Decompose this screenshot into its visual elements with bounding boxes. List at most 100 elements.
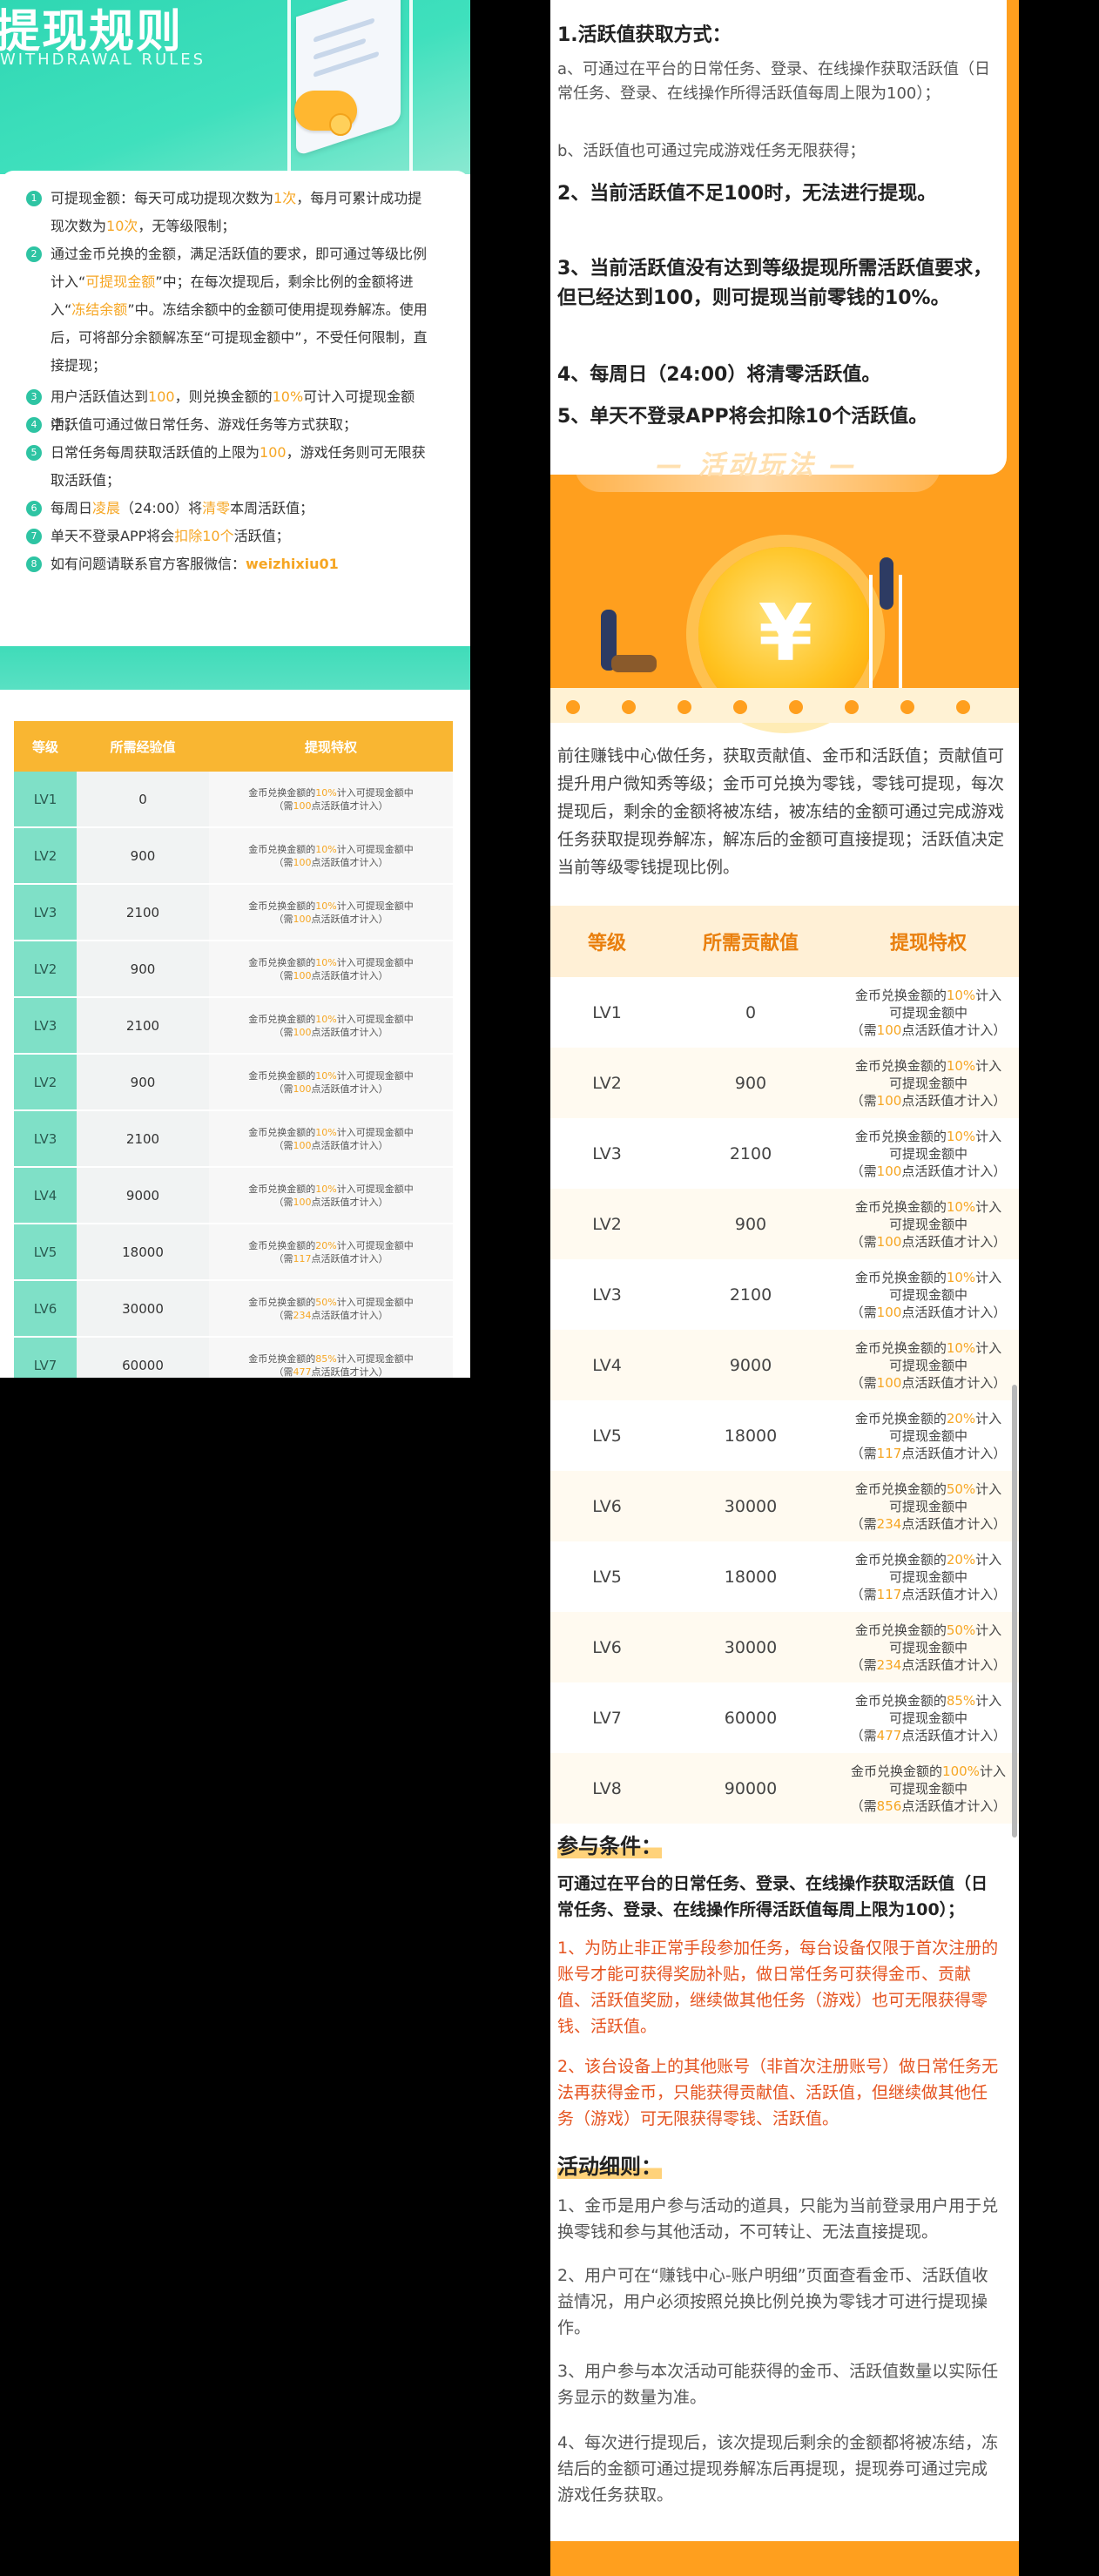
privilege-points: 234 [293,1309,312,1321]
privilege-text: 点活跃值才计入） [901,1445,1007,1461]
privilege-text: 点活跃值才计入） [311,856,388,868]
coin-icon [329,113,352,136]
privilege-text: 金币兑换金额的 [248,900,316,912]
rule-number-badge: 6 [26,501,42,516]
privilege-text: 计入 [975,987,1002,1003]
exp-cell: 0 [77,772,209,828]
level-cell: LV8 [550,1753,664,1824]
level-table-body: LV1 0 金币兑换金额的10%计入可提现金额中 （需100点活跃值才计入） LV2 90… [14,772,453,1378]
column-header-privilege: 提现特权 [838,906,1019,977]
privilege-percent: 10% [946,1339,976,1356]
privilege-percent: 10% [946,1198,976,1215]
exp-cell: 18000 [77,1224,209,1281]
privilege-percent: 10% [946,1128,976,1144]
level-cell: LV3 [14,884,77,941]
privilege-text: 计入 [975,1057,1002,1074]
contribution-cell: 2100 [729,1143,772,1163]
privilege-text: 金币兑换金额的 [854,1057,947,1074]
dot-decoration [678,700,691,714]
table-row: LV630000 金币兑换金额的50%计入可提现金额中 （需234点活跃值才计入） [550,1471,1019,1541]
privilege-text: （需 [850,1163,877,1179]
privilege-cell: 金币兑换金额的10%计入可提现金额中 （需100点活跃值才计入） [209,941,453,998]
level-table: 等级 所需经验值 提现特权 LV1 0 金币兑换金额的10%计入可提现金额中 （需10… [14,721,453,1378]
privilege-text: 金币兑换金额的 [248,786,316,799]
level-cell: LV2 [14,941,77,998]
privilege-text: （需 [850,1304,877,1320]
privilege-text: 点活跃值才计入） [901,1092,1007,1109]
dot-decoration [622,700,636,714]
rule-highlight: 清零 [202,500,231,516]
privilege-text: （需 [850,1445,877,1461]
level-cell: LV5 [592,1567,622,1587]
rule-highlight: 凌晨 [92,500,121,516]
dot-decoration [733,700,747,714]
privilege-text: 金币兑换金额的 [248,843,316,855]
privilege-text: 计入 [975,1480,1002,1497]
table-row: LV7 60000 金币兑换金额的85%计入可提现金额中 （需477点活跃值才计入） [550,1682,1019,1753]
privilege-text: 金币兑换金额的 [854,987,947,1003]
table-row: LV8 90000 金币兑换金额的100%计入 可提现金额中 （需856点活跃值才计入） [550,1753,1019,1824]
privilege-text: 点活跃值才计入） [311,1082,388,1095]
rule-number-badge: 5 [26,445,42,461]
left-screenshot: 提现规则 WITHDRAWAL RULES 1 可提现金额：每天可成功提现次数为1… [0,0,470,1378]
privilege-text: 可提现金额中 [888,1780,968,1797]
privilege-points: 100 [876,1304,902,1320]
scrollbar[interactable] [1012,1385,1017,1838]
privilege-text: （需 [273,1139,293,1151]
activity-rules-card: 1.活跃值获取方式： a、可通过在平台的日常任务、登录、在线操作获取活跃值（日常任… [550,0,1007,475]
exp-cell: 900 [77,1054,209,1111]
privilege-text: 金币兑换金额的 [248,1239,316,1251]
rule-text: 活跃值可通过做日常任务、游戏任务等方式获取； [51,411,435,439]
contribution-cell: 0 [745,1002,757,1022]
privilege-percent: 85% [315,1352,337,1365]
privilege-text: 金币兑换金额的 [248,1352,316,1365]
privilege-percent: 10% [315,1013,337,1025]
dot-decoration [900,700,914,714]
privilege-text: 金币兑换金额的 [854,1128,947,1144]
table-row: LV49000 金币兑换金额的10%计入可提现金额中 （需100点活跃值才计入） [14,1167,453,1224]
privilege-cell: 金币兑换金额的10%计入可提现金额中 （需100点活跃值才计入） [209,827,453,885]
privilege-text: 计入 [975,1551,1002,1568]
privilege-text: 点活跃值才计入） [901,1656,1007,1673]
condition-item-1: 1、为防止非正常手段参加任务，每台设备仅限于首次注册的账号才能可获得奖励补贴，做… [557,1939,999,2036]
table-row: LV5 18000 金币兑换金额的20%计入可提现金额中 （需117点活跃值才计入） [550,1400,1019,1471]
privilege-percent: 10% [315,1126,337,1138]
rule-text-part: 本周活跃值； [230,500,314,516]
rule-text-part: 用户活跃值达到 [51,388,149,405]
rule-item: 8 如有问题请联系官方客服微信：weizhixiu01 [26,550,435,578]
privilege-text: （需 [850,1515,877,1532]
privilege-points: 100 [293,913,312,925]
rule-text-part: ，则兑换金额的 [174,388,273,405]
cart-icon [611,655,657,672]
rule-text: 日常任务每周获取活跃值的上限为100，游戏任务则可无限获取活跃值； [51,439,435,495]
activity-play-banner: — 活动玩法 — [575,440,941,492]
table-row: LV2900 金币兑换金额的10%计入可提现金额中 （需100点活跃值才计入） [14,1054,453,1111]
table-row: LV49000 金币兑换金额的10%计入可提现金额中 （需100点活跃值才计入） [550,1330,1019,1400]
detail-item-3: 3、用户参与本次活动可能获得的金币、活跃值数量以实际任务显示的数量为准。 [557,2362,999,2407]
privilege-text: （需 [273,1366,293,1378]
level-cell: LV6 [14,1280,77,1338]
privilege-text: 可提现金额中 [888,1498,968,1514]
contribution-cell: 30000 [664,1471,838,1541]
activity-rule-item: b、活跃值也可通过完成游戏任务无限获得； [557,142,866,160]
privilege-percent: 10% [946,1269,976,1285]
privilege-text: 计入可提现金额中 [336,1183,414,1195]
rule-text-part: 活跃值； [233,528,290,544]
privilege-text: 点活跃值才计入） [311,1366,388,1378]
privilege-text: 计入 [975,1339,1002,1356]
privilege-points: 234 [876,1656,902,1673]
privilege-text: 可提现金额中 [888,1216,968,1232]
conditions-title: 参与条件： [557,1829,662,1859]
exp-cell: 900 [77,941,209,998]
rule-text-part: （24:00）将 [120,500,203,516]
privilege-text: 金币兑换金额的 [854,1410,947,1426]
conditions-summary: 可通过在平台的日常任务、登录、在线操作获取活跃值（日常任务、登录、在线操作所得活… [557,1874,988,1919]
privilege-cell: 金币兑换金额的10%计入可提现金额中 （需100点活跃值才计入） [838,1330,1019,1400]
activity-rule-item: 4、每周日（24:00）将清零活跃值。 [557,364,881,386]
privilege-text: 金币兑换金额的 [854,1339,947,1356]
privilege-text: 金币兑换金额的 [854,1551,947,1568]
privilege-text: 金币兑换金额的 [248,956,316,968]
rule-highlight: 扣除10个 [174,528,234,544]
details-title: 活动细则： [557,2149,662,2180]
privilege-text: 点活跃值才计入） [311,1252,388,1264]
